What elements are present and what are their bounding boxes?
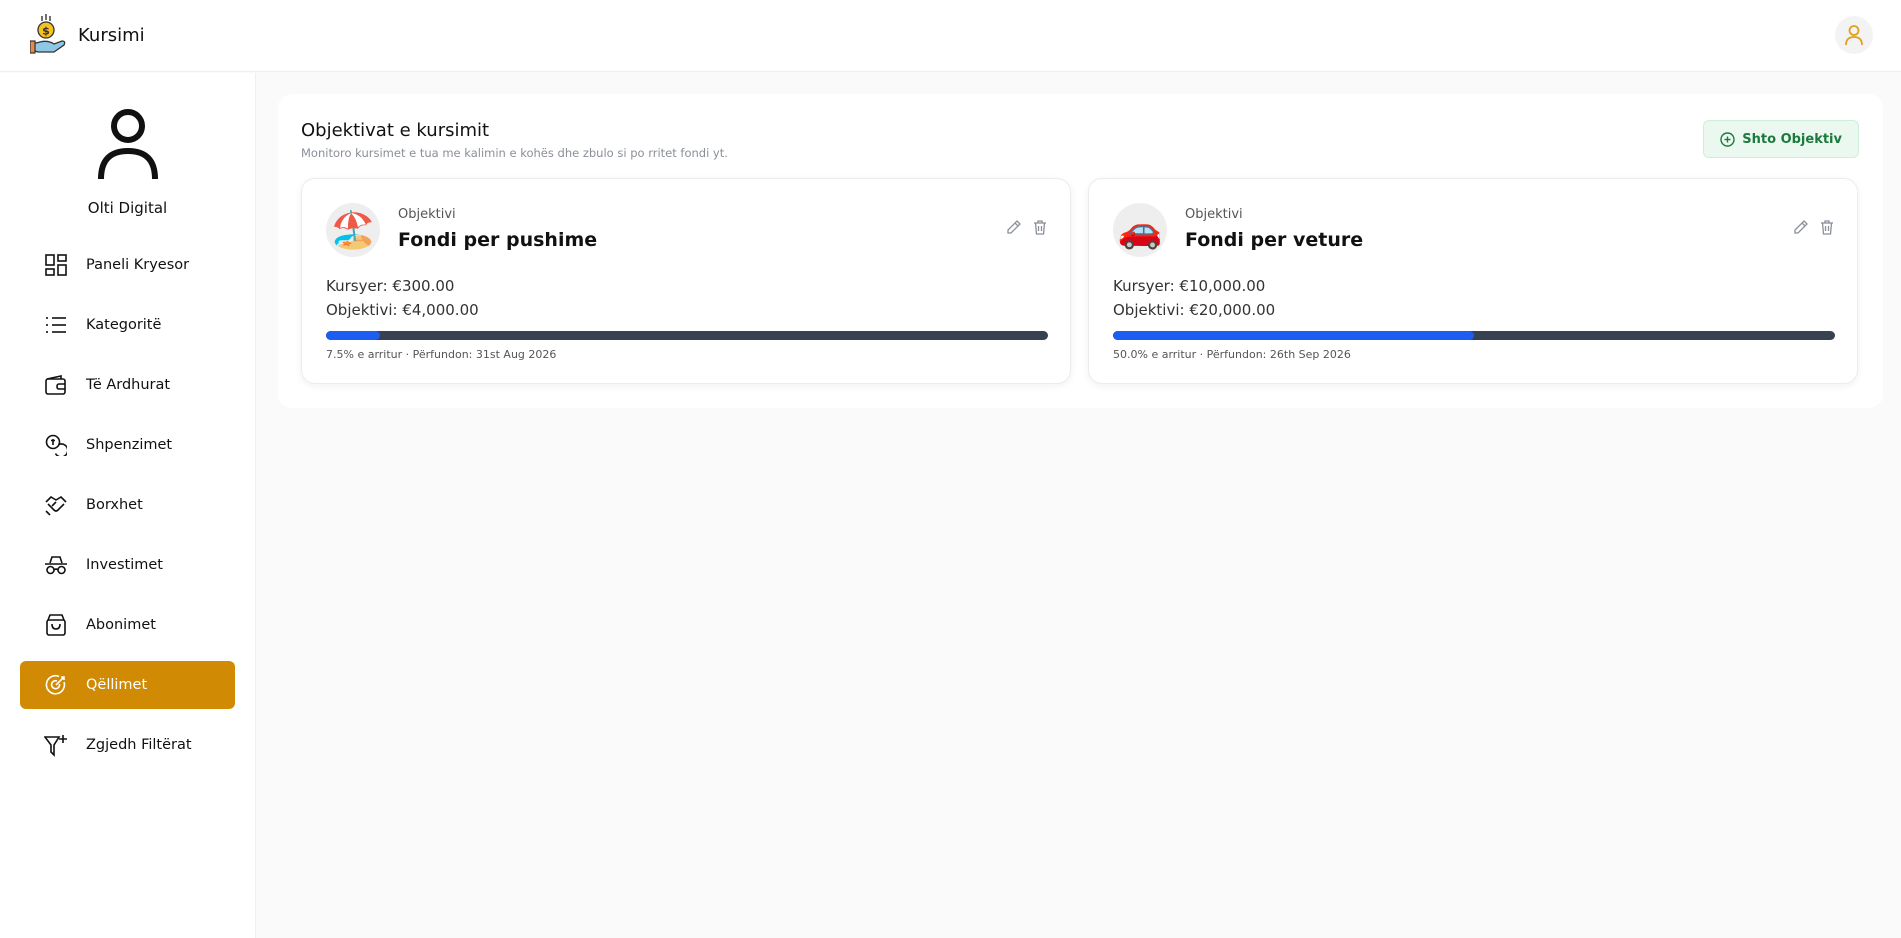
- user-icon: [1845, 25, 1863, 46]
- goal-saved-amount: Kursyer: €10,000.00: [1113, 277, 1266, 295]
- goal-card: 🏖️ Objektivi Fondi per pushime Kursyer: …: [301, 178, 1071, 384]
- coins-icon: [44, 433, 68, 457]
- user-menu-button[interactable]: [1835, 16, 1873, 54]
- sidebar-item-label: Zgjedh Filtërat: [86, 737, 192, 753]
- goal-kicker: Objektivi: [1185, 207, 1243, 222]
- dashboard-icon: [44, 253, 68, 277]
- sidebar-item-abonimet[interactable]: Abonimet: [20, 601, 235, 649]
- sidebar-item-label: Investimet: [86, 557, 163, 573]
- goal-actions: [1006, 219, 1048, 235]
- incognito-icon: [44, 553, 68, 577]
- sidebar-item-qellimet[interactable]: Qëllimet: [20, 661, 235, 709]
- profile-name: Olti Digital: [87, 199, 168, 217]
- edit-icon[interactable]: [1793, 219, 1809, 235]
- goal-target-amount: Objektivi: €20,000.00: [1113, 301, 1276, 319]
- sidebar-item-label: Borxhet: [86, 497, 143, 513]
- sidebar-item-label: Të Ardhurat: [86, 377, 171, 393]
- wallet-icon: [44, 373, 68, 397]
- add-goal-label: Shto Objektiv: [1742, 131, 1842, 147]
- goal-actions: [1793, 219, 1835, 235]
- sidebar: Olti Digital Paneli Kryesor Kategoritë T…: [0, 73, 256, 938]
- sidebar-item-zgjedh-filterat[interactable]: Zgjedh Filtërat: [20, 721, 235, 769]
- app-name: Kursimi: [78, 24, 145, 46]
- goal-progress-fill: [1113, 331, 1474, 340]
- goal-progress-fill: [326, 331, 381, 340]
- sidebar-item-label: Shpenzimet: [86, 437, 173, 453]
- handshake-icon: [44, 493, 68, 517]
- plus-circle-icon: [1720, 131, 1735, 147]
- filter-icon: [44, 733, 68, 757]
- goal-kicker: Objektivi: [398, 207, 456, 222]
- goal-card: 🚗 Objektivi Fondi per veture Kursyer: €1…: [1088, 178, 1858, 384]
- money-hand-logo-icon: $: [30, 14, 66, 54]
- edit-icon[interactable]: [1006, 219, 1022, 235]
- trash-icon[interactable]: [1032, 219, 1048, 235]
- car-icon: 🚗: [1113, 203, 1167, 257]
- sidebar-item-label: Qëllimet: [86, 677, 148, 693]
- goal-saved-amount: Kursyer: €300.00: [326, 277, 455, 295]
- goal-progress-bar: [1113, 331, 1835, 340]
- brand[interactable]: $ Kursimi: [30, 14, 145, 56]
- goal-name: Fondi per pushime: [398, 229, 598, 251]
- list-icon: [44, 313, 68, 337]
- svg-text:$: $: [42, 25, 50, 38]
- goal-progress-meta: 7.5% e arritur · Përfundon: 31st Aug 202…: [326, 348, 557, 361]
- target-icon: [44, 673, 68, 697]
- sidebar-item-investimet[interactable]: Investimet: [20, 541, 235, 589]
- top-bar: $ Kursimi: [0, 0, 1901, 72]
- add-goal-button[interactable]: Shto Objektiv: [1703, 120, 1859, 158]
- goal-name: Fondi per veture: [1185, 229, 1364, 251]
- profile: Olti Digital: [0, 73, 255, 217]
- goals-panel: Objektivat e kursimit Monitoro kursimet …: [278, 94, 1883, 408]
- sidebar-item-paneli-kryesor[interactable]: Paneli Kryesor: [20, 241, 235, 289]
- beach-umbrella-icon: 🏖️: [326, 203, 380, 257]
- goal-progress-bar: [326, 331, 1048, 340]
- sidebar-item-label: Kategoritë: [86, 317, 162, 333]
- sidebar-item-label: Abonimet: [86, 617, 156, 633]
- sidebar-item-label: Paneli Kryesor: [86, 257, 190, 273]
- sidebar-item-te-ardhurat[interactable]: Të Ardhurat: [20, 361, 235, 409]
- sidebar-item-borxhet[interactable]: Borxhet: [20, 481, 235, 529]
- page-title: Objektivat e kursimit: [301, 120, 490, 141]
- sidebar-nav: Paneli Kryesor Kategoritë Të Ardhurat Sh…: [0, 241, 255, 769]
- goal-target-amount: Objektivi: €4,000.00: [326, 301, 479, 319]
- goal-progress-meta: 50.0% e arritur · Përfundon: 26th Sep 20…: [1113, 348, 1351, 361]
- sidebar-item-shpenzimet[interactable]: Shpenzimet: [20, 421, 235, 469]
- profile-avatar-icon: [97, 109, 158, 180]
- page-subtitle: Monitoro kursimet e tua me kalimin e koh…: [301, 146, 728, 160]
- trash-icon[interactable]: [1819, 219, 1835, 235]
- sidebar-item-kategorite[interactable]: Kategoritë: [20, 301, 235, 349]
- shopping-bag-icon: [44, 613, 68, 637]
